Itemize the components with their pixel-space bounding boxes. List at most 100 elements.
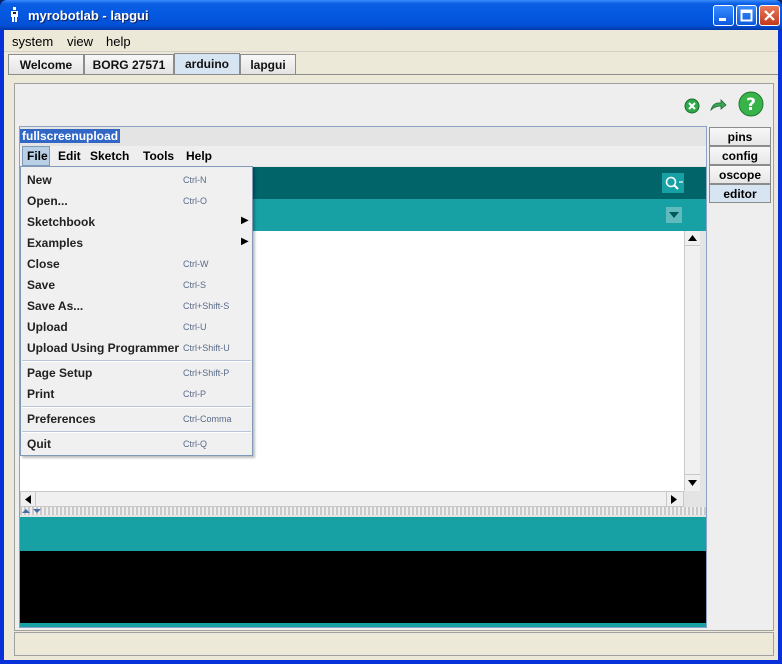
scroll-track	[685, 245, 700, 475]
menu-view[interactable]: view	[67, 34, 93, 49]
menu-item-shortcut: Ctrl+Shift-U	[183, 343, 230, 353]
menu-item-label: Open...	[27, 194, 68, 208]
menu-item-shortcut: Ctrl-O	[183, 196, 207, 206]
menu-item-label: Preferences	[27, 412, 96, 426]
scroll-right-icon[interactable]	[671, 495, 677, 504]
console-status-bar	[20, 517, 706, 551]
maximize-icon	[740, 9, 753, 22]
console-footer	[20, 623, 706, 627]
menu-item-quit[interactable]: Quit Ctrl-Q	[21, 434, 252, 455]
menu-item-label: Sketchbook	[27, 215, 96, 229]
menu-separator	[22, 431, 251, 433]
file-dropdown-menu: New Ctrl-N Open... Ctrl-O Sketchbook ▶ E…	[20, 166, 253, 456]
title-bar[interactable]: myrobotlab - lapgui	[0, 0, 782, 30]
tab-config[interactable]: config	[709, 146, 771, 165]
arduino-menu-tools[interactable]: Tools	[143, 149, 174, 163]
menu-item-close[interactable]: Close Ctrl-W	[21, 254, 252, 275]
tab-arduino[interactable]: arduino	[174, 53, 240, 75]
menu-help[interactable]: help	[106, 34, 131, 49]
scroll-track	[35, 492, 667, 506]
menu-item-upload[interactable]: Upload Ctrl-U	[21, 317, 252, 338]
menu-item-preferences[interactable]: Preferences Ctrl-Comma	[21, 409, 252, 430]
submenu-arrow-icon: ▶	[241, 215, 249, 226]
menu-item-sketchbook[interactable]: Sketchbook ▶	[21, 212, 252, 233]
detach-icon[interactable]	[709, 98, 727, 114]
menu-item-examples[interactable]: Examples ▶	[21, 233, 252, 254]
menu-item-label: Upload Using Programmer	[27, 341, 180, 355]
menu-item-label: Print	[27, 387, 55, 401]
menu-separator	[22, 406, 251, 408]
menu-item-label: Quit	[27, 437, 51, 451]
menu-item-label: Page Setup	[27, 366, 93, 380]
window-title: myrobotlab - lapgui	[28, 8, 149, 23]
arduino-menu-help[interactable]: Help	[186, 149, 212, 163]
status-bar	[14, 632, 774, 656]
divider-arrows-icon[interactable]	[22, 508, 44, 514]
menu-item-shortcut: Ctrl-Q	[183, 439, 207, 449]
menu-item-label: Save As...	[27, 299, 84, 313]
app-icon	[11, 7, 18, 22]
arduino-menu-file[interactable]: File	[22, 146, 50, 166]
minimize-icon	[719, 18, 726, 21]
menu-item-upload-using-programmer[interactable]: Upload Using Programmer Ctrl+Shift-U	[21, 338, 252, 359]
tab-label: editor	[723, 187, 757, 201]
scroll-up-icon[interactable]	[688, 235, 697, 241]
serial-monitor-icon[interactable]	[662, 173, 684, 193]
menu-item-shortcut: Ctrl-N	[183, 175, 207, 185]
arduino-menu-bar: File Edit Sketch Tools Help	[20, 146, 706, 166]
menu-item-label: Close	[27, 257, 60, 271]
editor-vertical-scrollbar[interactable]	[684, 231, 700, 491]
scroll-left-icon[interactable]	[25, 495, 31, 504]
tab-label: oscope	[718, 168, 761, 182]
menu-item-save-as[interactable]: Save As... Ctrl+Shift-S	[21, 296, 252, 317]
tab-label: config	[722, 149, 758, 163]
svg-text:?: ?	[746, 95, 756, 115]
console-output	[20, 551, 706, 623]
tab-menu-icon[interactable]	[666, 207, 682, 223]
split-pane-divider[interactable]	[20, 507, 706, 515]
tab-label: pins	[727, 130, 753, 144]
menu-separator	[22, 360, 251, 362]
frame-title: fullscreenupload	[20, 129, 121, 143]
menu-item-print[interactable]: Print Ctrl-P	[21, 384, 252, 405]
tab-label: lapgui	[250, 58, 286, 72]
menu-bar: system view help	[4, 30, 778, 52]
arduino-menu-edit[interactable]: Edit	[58, 149, 81, 163]
menu-item-shortcut: Ctrl-P	[183, 389, 206, 399]
menu-item-shortcut: Ctrl+Shift-S	[183, 301, 230, 311]
tab-lapgui[interactable]: lapgui	[240, 54, 296, 75]
tab-label: Welcome	[19, 58, 73, 72]
menu-system[interactable]: system	[12, 34, 53, 49]
application-window: myrobotlab - lapgui system view help Wel…	[0, 0, 782, 664]
tab-editor[interactable]: editor	[709, 184, 771, 203]
help-icon[interactable]: ?	[738, 91, 764, 117]
menu-item-open[interactable]: Open... Ctrl-O	[21, 191, 252, 212]
menu-item-label: New	[27, 173, 52, 187]
tab-oscope[interactable]: oscope	[709, 165, 771, 184]
tab-label: arduino	[185, 57, 229, 71]
menu-item-page-setup[interactable]: Page Setup Ctrl+Shift-P	[21, 363, 252, 384]
menu-item-shortcut: Ctrl+Shift-P	[183, 368, 230, 378]
submenu-arrow-icon: ▶	[241, 236, 249, 247]
menu-item-shortcut: Ctrl-S	[183, 280, 206, 290]
menu-item-new[interactable]: New Ctrl-N	[21, 170, 252, 191]
menu-item-shortcut: Ctrl-U	[183, 322, 207, 332]
release-icon[interactable]	[684, 98, 700, 114]
maximize-button[interactable]	[736, 5, 757, 26]
tab-divider	[8, 74, 778, 75]
scroll-down-icon[interactable]	[688, 480, 697, 486]
tab-pins[interactable]: pins	[709, 127, 771, 146]
tab-welcome[interactable]: Welcome	[8, 54, 84, 75]
arduino-menu-sketch[interactable]: Sketch	[90, 149, 129, 163]
menu-item-save[interactable]: Save Ctrl-S	[21, 275, 252, 296]
tab-borg[interactable]: BORG 27571	[84, 54, 174, 75]
close-button[interactable]	[759, 5, 780, 26]
menu-item-shortcut: Ctrl-W	[183, 259, 209, 269]
editor-horizontal-scrollbar[interactable]	[20, 491, 684, 507]
menu-item-label: Save	[27, 278, 56, 292]
tab-label: BORG 27571	[92, 58, 166, 72]
minimize-button[interactable]	[713, 5, 734, 26]
menu-item-label: Examples	[27, 236, 84, 250]
close-icon	[764, 10, 775, 21]
menu-item-shortcut: Ctrl-Comma	[183, 414, 232, 424]
